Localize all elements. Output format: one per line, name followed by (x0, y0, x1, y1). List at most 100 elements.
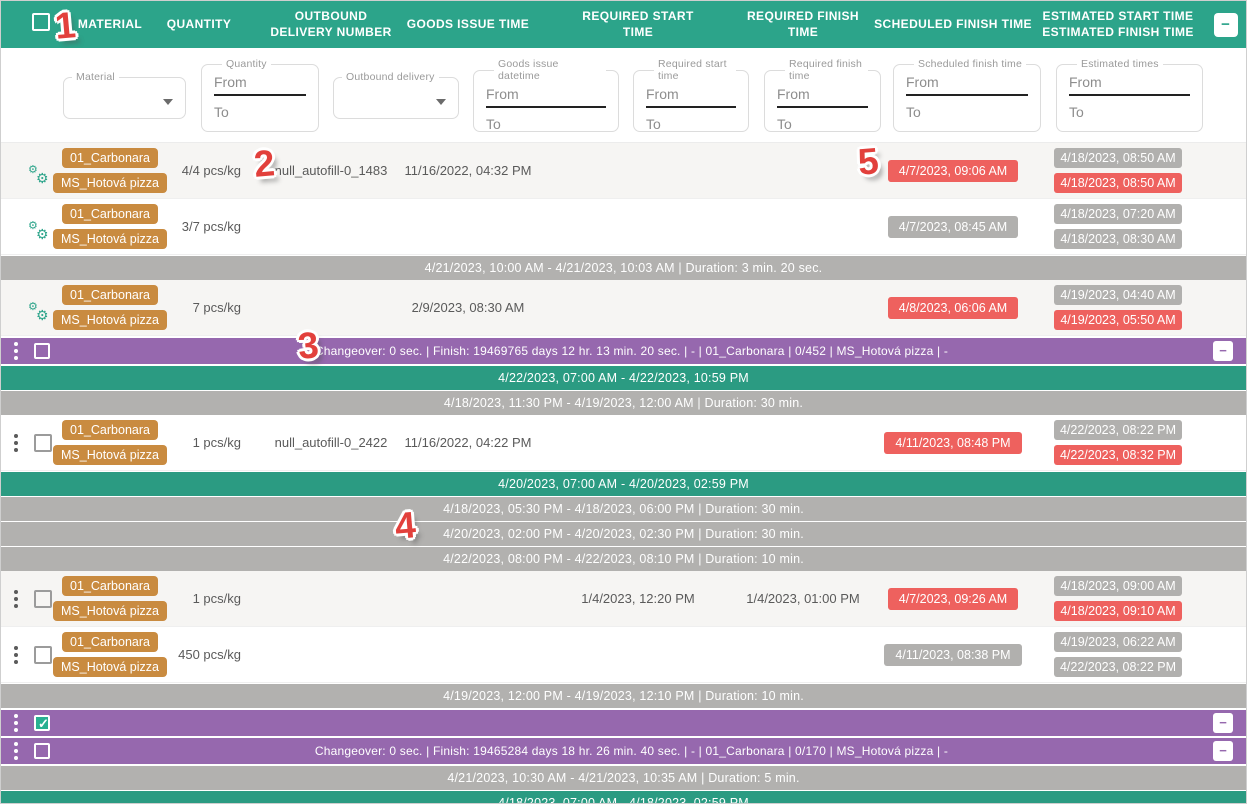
required-start-filter: Required start time (633, 58, 749, 132)
goods-issue-from-input[interactable] (486, 82, 606, 108)
kebab-menu-icon[interactable] (14, 434, 18, 452)
table-header: MATERIAL QUANTITY OUTBOUND DELIVERY NUMB… (1, 1, 1246, 48)
collapse-row-button[interactable]: − (1213, 341, 1233, 361)
downtime-banner: 4/21/2023, 10:00 AM - 4/21/2023, 10:03 A… (1, 256, 1246, 280)
material-tag: 01_Carbonara (62, 285, 158, 305)
required-finish-value: 1/4/2023, 01:00 PM (733, 591, 873, 606)
filter-row: Material Quantity Outbound delivery Good… (1, 48, 1246, 143)
outbound-delivery-filter-select[interactable]: Outbound delivery (333, 71, 459, 119)
material-tag: MS_Hotová pizza (53, 229, 167, 249)
outbound-delivery-value: null_autofill-0_1483 (269, 163, 393, 178)
collapse-row-button[interactable]: − (1213, 741, 1233, 761)
scheduled-finish-badge: 4/8/2023, 06:06 AM (888, 297, 1018, 319)
required-finish-from-input[interactable] (777, 82, 868, 108)
row-checkbox[interactable] (34, 743, 50, 759)
changeover-summary: Changeover: 0 sec. | Finish: 19469765 da… (50, 344, 1213, 358)
column-header-estimated: ESTIMATED START TIME ESTIMATED FINISH TI… (1033, 9, 1203, 40)
collapse-row-button[interactable]: − (1213, 713, 1233, 733)
table-row: 01_CarbonaraMS_Hotová pizza 1 pcs/kg nul… (1, 415, 1246, 471)
estimated-finish-badge: 4/22/2023, 08:22 PM (1054, 657, 1182, 677)
table-row: 01_CarbonaraMS_Hotová pizza 1 pcs/kg 1/4… (1, 571, 1246, 627)
quantity-filter: Quantity (201, 58, 319, 132)
scheduled-finish-from-input[interactable] (906, 70, 1028, 96)
scheduled-finish-filter: Scheduled finish time (893, 58, 1041, 132)
material-tag: MS_Hotová pizza (53, 601, 167, 621)
chevron-down-icon[interactable] (163, 99, 173, 105)
estimated-to-input[interactable] (1069, 99, 1190, 125)
estimated-from-input[interactable] (1069, 70, 1190, 96)
kebab-menu-icon[interactable] (14, 742, 18, 760)
quantity-from-input[interactable] (214, 70, 306, 96)
column-header-required-start: REQUIRED START TIME (543, 9, 733, 40)
estimated-start-badge: 4/18/2023, 08:50 AM (1054, 148, 1182, 168)
shift-banner: 4/18/2023, 07:00 AM - 4/18/2023, 02:59 P… (1, 791, 1246, 804)
chevron-down-icon[interactable] (436, 99, 446, 105)
estimated-start-badge: 4/18/2023, 07:20 AM (1054, 204, 1182, 224)
kebab-menu-icon[interactable] (14, 646, 18, 664)
kebab-menu-icon[interactable] (14, 714, 18, 732)
estimated-finish-badge: 4/19/2023, 05:50 AM (1054, 310, 1182, 330)
material-tag: MS_Hotová pizza (53, 173, 167, 193)
estimated-finish-badge: 4/22/2023, 08:32 PM (1054, 445, 1182, 465)
annotation-5: 5 (856, 140, 880, 184)
row-checkbox[interactable] (34, 715, 50, 731)
order-table: MATERIAL QUANTITY OUTBOUND DELIVERY NUMB… (0, 0, 1247, 804)
scheduled-finish-badge: 4/11/2023, 08:38 PM (884, 644, 1021, 666)
required-start-from-input[interactable] (646, 82, 736, 108)
required-finish-to-input[interactable] (777, 111, 868, 137)
material-filter-label: Material (72, 71, 119, 83)
material-filter-select[interactable]: Material (63, 71, 186, 119)
goods-issue-value: 11/16/2022, 04:32 PM (393, 163, 543, 178)
material-tag: 01_Carbonara (62, 576, 158, 596)
scheduled-finish-to-input[interactable] (906, 99, 1028, 125)
estimated-times-filter: Estimated times (1056, 58, 1203, 132)
table-row: 01_CarbonaraMS_Hotová pizza 450 pcs/kg 4… (1, 627, 1246, 683)
estimated-finish-badge: 4/18/2023, 09:10 AM (1054, 601, 1182, 621)
annotation-1: 1 (53, 4, 77, 48)
goods-issue-value: 2/9/2023, 08:30 AM (393, 300, 543, 315)
scheduled-finish-badge: 4/7/2023, 09:26 AM (888, 588, 1018, 610)
estimated-start-badge: 4/19/2023, 06:22 AM (1054, 632, 1182, 652)
column-header-quantity: QUANTITY (155, 17, 243, 33)
quantity-value: 450 pcs/kg (155, 647, 243, 662)
collapse-all-button[interactable]: − (1214, 13, 1238, 37)
goods-issue-value: 11/16/2022, 04:22 PM (393, 435, 543, 450)
row-checkbox[interactable] (34, 646, 52, 664)
required-finish-filter: Required finish time (764, 58, 881, 132)
quantity-value: 7 pcs/kg (155, 300, 243, 315)
scheduled-finish-badge: 4/11/2023, 08:48 PM (884, 432, 1021, 454)
column-header-outbound-delivery: OUTBOUND DELIVERY NUMBER (269, 9, 393, 40)
downtime-banner: 4/22/2023, 08:00 PM - 4/22/2023, 08:10 P… (1, 547, 1246, 571)
row-checkbox[interactable] (34, 434, 52, 452)
material-tag: MS_Hotová pizza (53, 445, 167, 465)
material-tag: 01_Carbonara (62, 632, 158, 652)
estimated-finish-badge: 4/18/2023, 08:50 AM (1054, 173, 1182, 193)
row-checkbox[interactable] (34, 343, 50, 359)
material-tag: 01_Carbonara (62, 420, 158, 440)
estimated-finish-badge: 4/18/2023, 08:30 AM (1054, 229, 1182, 249)
table-row: ⚙⚙ 01_CarbonaraMS_Hotová pizza 7 pcs/kg … (1, 280, 1246, 336)
annotation-2: 2 (252, 142, 276, 186)
table-row: ⚙⚙ 01_CarbonaraMS_Hotová pizza 3/7 pcs/k… (1, 199, 1246, 255)
goods-issue-to-input[interactable] (486, 111, 606, 137)
outbound-delivery-value: null_autofill-0_2422 (269, 435, 393, 450)
annotation-4: 4 (393, 504, 417, 548)
material-tag: 01_Carbonara (62, 148, 158, 168)
select-all-checkbox[interactable] (32, 13, 50, 31)
downtime-banner: 4/19/2023, 12:00 PM - 4/19/2023, 12:10 P… (1, 684, 1246, 708)
column-header-required-finish: REQUIRED FINISH TIME (733, 9, 873, 40)
downtime-banner: 4/18/2023, 11:30 PM - 4/19/2023, 12:00 A… (1, 391, 1246, 415)
table-row: ⚙⚙ 01_CarbonaraMS_Hotová pizza 4/4 pcs/k… (1, 143, 1246, 199)
row-checkbox[interactable] (34, 590, 52, 608)
estimated-start-badge: 4/19/2023, 04:40 AM (1054, 285, 1182, 305)
estimated-start-badge: 4/22/2023, 08:22 PM (1054, 420, 1182, 440)
kebab-menu-icon[interactable] (14, 342, 18, 360)
shift-banner: 4/22/2023, 07:00 AM - 4/22/2023, 10:59 P… (1, 366, 1246, 390)
kebab-menu-icon[interactable] (14, 590, 18, 608)
quantity-to-input[interactable] (214, 99, 306, 125)
required-start-to-input[interactable] (646, 111, 736, 137)
downtime-banner: 4/20/2023, 02:00 PM - 4/20/2023, 02:30 P… (1, 522, 1246, 546)
material-tag: 01_Carbonara (62, 204, 158, 224)
changeover-row: Changeover: 0 sec. | Finish: 19465284 da… (1, 738, 1246, 764)
column-header-goods-issue: GOODS ISSUE TIME (393, 17, 543, 33)
